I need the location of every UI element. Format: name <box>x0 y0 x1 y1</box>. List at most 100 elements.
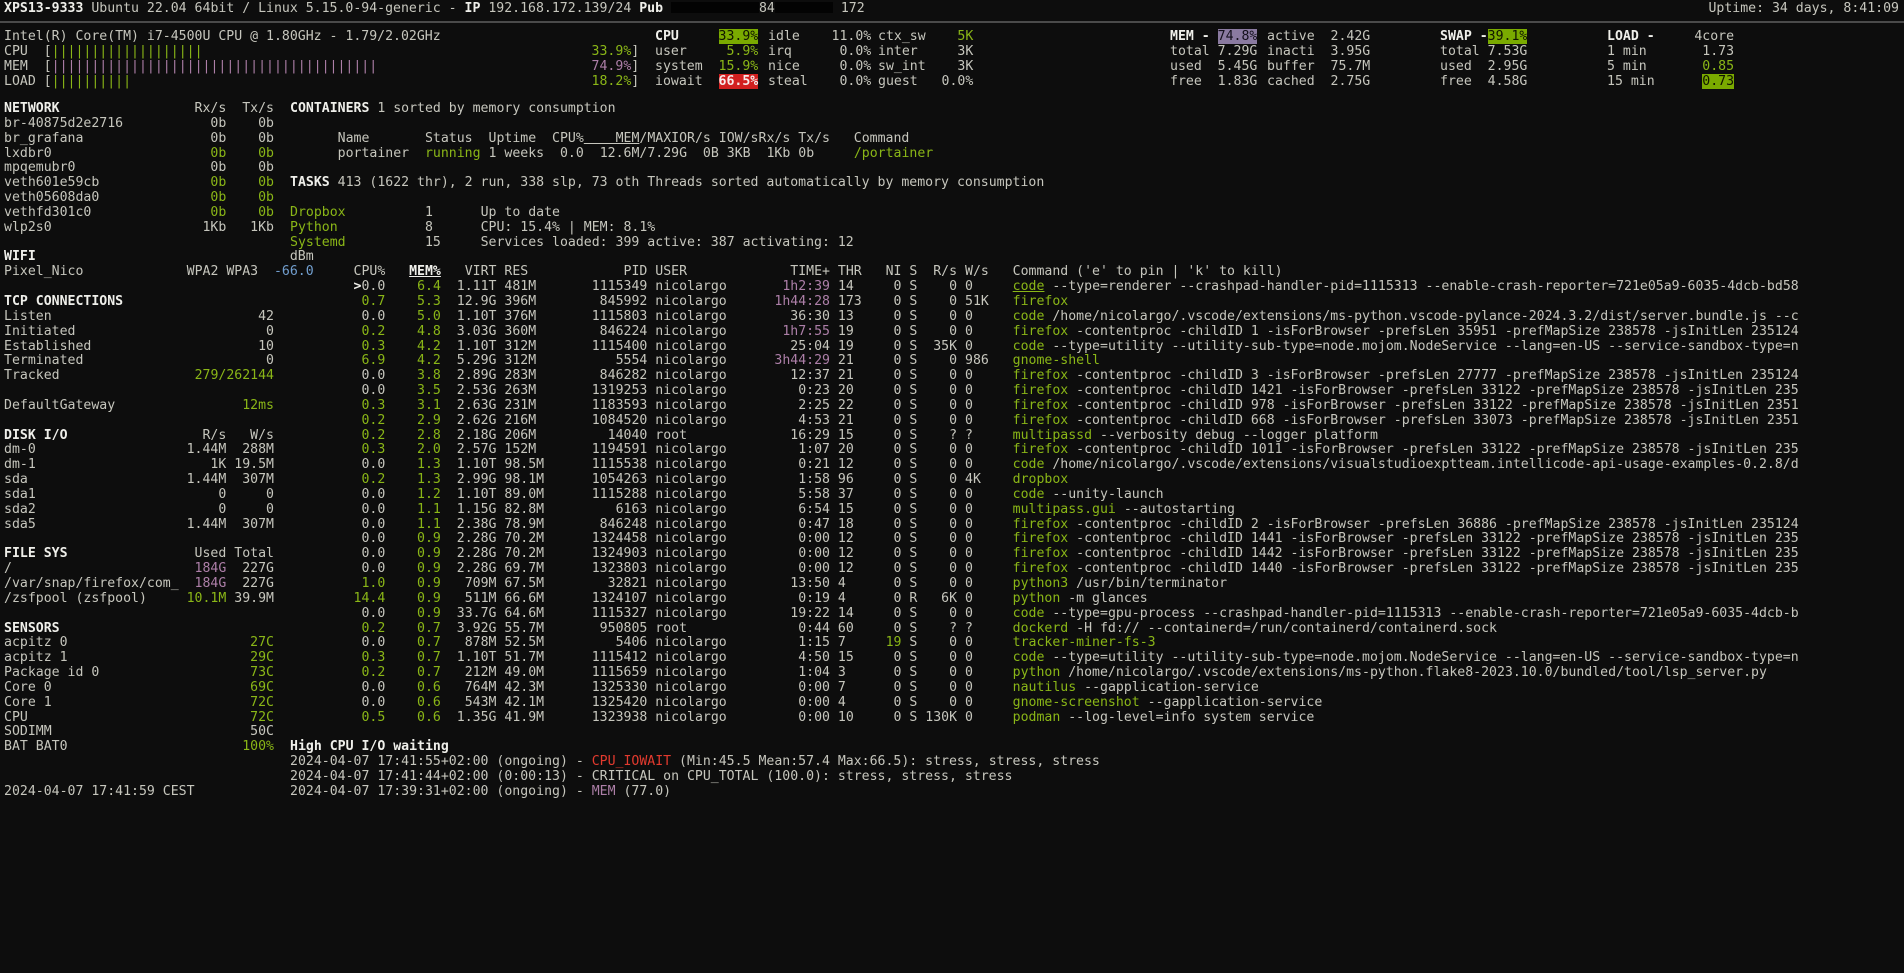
sensor-value: 72C <box>242 710 274 725</box>
mem-stat-label: MEM - <box>1170 29 1218 44</box>
command: multipass.gui <box>1013 502 1116 517</box>
extension-status: CPU: 15.4% | MEM: 8.1% <box>481 220 656 235</box>
res: 360M <box>504 324 552 339</box>
process-row[interactable]: 0.5 0.6 1.35G 41.9M 1323938 nicolargo 0:… <box>290 711 1904 726</box>
io-read: 0 <box>917 294 957 309</box>
load-stat-row: 5 min 0.85 <box>1607 60 1734 75</box>
process-row[interactable]: 0.0 0.6 764M 42.3M 1325330 nicolargo 0:0… <box>290 681 1904 696</box>
state: S <box>901 368 917 383</box>
process-row[interactable]: 0.3 2.0 2.57G 152M 1194591 nicolargo 1:0… <box>290 443 1904 458</box>
state: S <box>901 606 917 621</box>
cpu-percent: 0.0 <box>361 680 385 695</box>
bracket: ] <box>631 59 639 74</box>
process-row[interactable]: 0.0 0.9 2.28G 70.2M 1324458 nicolargo 0:… <box>290 532 1904 547</box>
mem-stat-row: active 2.42G <box>1267 30 1370 45</box>
command: firefox <box>1013 546 1069 561</box>
text <box>934 44 958 59</box>
cpu-stats-col3: ctx_sw 5Kinter 3Ksw_int 3Kguest 0.0% <box>878 30 973 89</box>
process-row[interactable]: 0.0 1.2 1.10T 89.0M 1115288 nicolargo 5:… <box>290 488 1904 503</box>
process-row[interactable]: 0.0 0.7 878M 52.5M 5406 nicolargo 1:15 7… <box>290 636 1904 651</box>
time: 0:00 <box>735 680 830 695</box>
io-write: ? <box>965 621 997 636</box>
process-row[interactable]: 0.3 0.7 1.10T 51.7M 1115412 nicolargo 4:… <box>290 651 1904 666</box>
container-row[interactable]: portainer running 1 weeks 0.0 12.6M/7.29… <box>290 147 1904 162</box>
text <box>997 294 1013 309</box>
process-row[interactable]: 0.2 2.9 2.62G 216M 1084520 nicolargo 4:5… <box>290 414 1904 429</box>
tcp-value: 10 <box>195 339 274 354</box>
process-row[interactable]: 0.0 0.6 543M 42.1M 1325420 nicolargo 0:0… <box>290 696 1904 711</box>
command-args: --type=utility --utility-sub-type=node.m… <box>1044 650 1798 665</box>
mem-stat-label: used <box>1170 59 1218 74</box>
extension-name: Dropbox <box>290 205 425 220</box>
cpu-stat-value: 3K <box>957 59 973 74</box>
load-stat-label: 5 min <box>1607 59 1663 74</box>
extension-row: Systemd 15 Services loaded: 399 active: … <box>290 236 1904 251</box>
tcp-title: TCP CONNECTIONS <box>4 294 123 309</box>
text <box>997 650 1013 665</box>
process-row[interactable]: 0.0 3.5 2.53G 263M 1319253 nicolargo 0:2… <box>290 384 1904 399</box>
command: code <box>1013 487 1045 502</box>
nice: 0 <box>862 561 902 576</box>
io-write: 0 <box>965 279 997 294</box>
threads: 21 <box>838 353 862 368</box>
glances-terminal: XPS13-9333 Ubuntu 22.04 64bit / Linux 5.… <box>0 0 1904 973</box>
text <box>957 413 965 428</box>
process-row[interactable]: 0.0 1.1 2.38G 78.9M 846248 nicolargo 0:4… <box>290 518 1904 533</box>
process-row[interactable]: 6.9 4.2 5.29G 312M 5554 nicolargo 3h44:2… <box>290 354 1904 369</box>
user: nicolargo <box>655 353 734 368</box>
text <box>830 353 838 368</box>
text <box>957 517 965 532</box>
col-header: Command <box>830 131 909 146</box>
text <box>957 368 965 383</box>
alert-detail: (Min:45.5 Mean:57.4 Max:66.5): stress, s… <box>671 754 1100 769</box>
fs-row: / 184G 227G <box>4 562 334 577</box>
process-row[interactable]: 0.0 1.3 1.10T 98.5M 1115538 nicolargo 0:… <box>290 458 1904 473</box>
res: 376M <box>504 309 552 324</box>
process-row[interactable]: 0.0 0.9 2.28G 69.7M 1323803 nicolargo 0:… <box>290 562 1904 577</box>
text <box>997 576 1013 591</box>
swap-stat-row: used 2.95G <box>1440 60 1527 75</box>
text <box>997 695 1013 710</box>
cpu-stat-label: CPU <box>655 29 711 44</box>
mem-percent: 2.0 <box>385 442 441 457</box>
process-row[interactable]: 14.4 0.9 511M 66.6M 1324107 nicolargo 0:… <box>290 592 1904 607</box>
process-row[interactable]: 0.0 1.1 1.15G 82.8M 6163 nicolargo 6:54 … <box>290 503 1904 518</box>
process-row[interactable]: 0.0 3.8 2.89G 283M 846282 nicolargo 12:3… <box>290 369 1904 384</box>
disk-name: dm-1 <box>4 457 163 472</box>
process-row[interactable]: 0.0 5.0 1.10T 376M 1115803 nicolargo 36:… <box>290 310 1904 325</box>
swap-stat-label: used <box>1440 59 1488 74</box>
process-row[interactable]: 0.7 5.3 12.9G 396M 845992 nicolargo 1h44… <box>290 295 1904 310</box>
process-row[interactable]: 0.2 0.7 212M 49.0M 1115659 nicolargo 1:0… <box>290 666 1904 681</box>
process-row[interactable]: 0.2 2.8 2.18G 206M 14040 root 16:29 15 0… <box>290 429 1904 444</box>
time: 1:15 <box>735 635 830 650</box>
process-row[interactable]: 1.0 0.9 709M 67.5M 32821 nicolargo 13:50… <box>290 577 1904 592</box>
text <box>957 294 965 309</box>
process-row[interactable]: 0.3 4.2 1.10T 312M 1115400 nicolargo 25:… <box>290 340 1904 355</box>
cpu-stat-row: system 15.9% <box>655 60 758 75</box>
text <box>385 264 409 279</box>
process-row[interactable]: 0.3 3.1 2.63G 231M 1183593 nicolargo 2:2… <box>290 399 1904 414</box>
text <box>957 309 965 324</box>
nice: 0 <box>862 442 902 457</box>
text <box>663 1 671 16</box>
process-row[interactable]: 0.2 4.8 3.03G 360M 846224 nicolargo 1h7:… <box>290 325 1904 340</box>
pid: 1054263 <box>552 472 647 487</box>
text <box>830 383 838 398</box>
process-row[interactable]: 0.0 0.9 2.28G 70.2M 1324903 nicolargo 0:… <box>290 547 1904 562</box>
text <box>824 44 840 59</box>
mem-stat-row: inacti 3.95G <box>1267 45 1370 60</box>
mem-stat-row: total 7.29G <box>1170 45 1257 60</box>
res: 396M <box>504 294 552 309</box>
process-row[interactable]: 0.2 1.3 2.99G 98.1M 1054263 nicolargo 1:… <box>290 473 1904 488</box>
state: S <box>901 665 917 680</box>
text <box>1663 59 1703 74</box>
wifi-header: WIFI dBm <box>4 250 334 265</box>
blank-line <box>4 532 334 547</box>
process-row[interactable]: 0.0 0.9 33.7G 64.6M 1115327 nicolargo 19… <box>290 607 1904 622</box>
user: nicolargo <box>655 710 734 725</box>
gateway-row: DefaultGateway 12ms <box>4 399 334 414</box>
command: firefox <box>1013 561 1069 576</box>
extension-status: Services loaded: 399 active: 387 activat… <box>481 235 854 250</box>
process-row[interactable]: 0.2 0.7 3.92G 55.7M 950805 root 0:44 60 … <box>290 622 1904 637</box>
process-row[interactable]: >0.0 6.4 1.11T 481M 1115349 nicolargo 1h… <box>290 280 1904 295</box>
